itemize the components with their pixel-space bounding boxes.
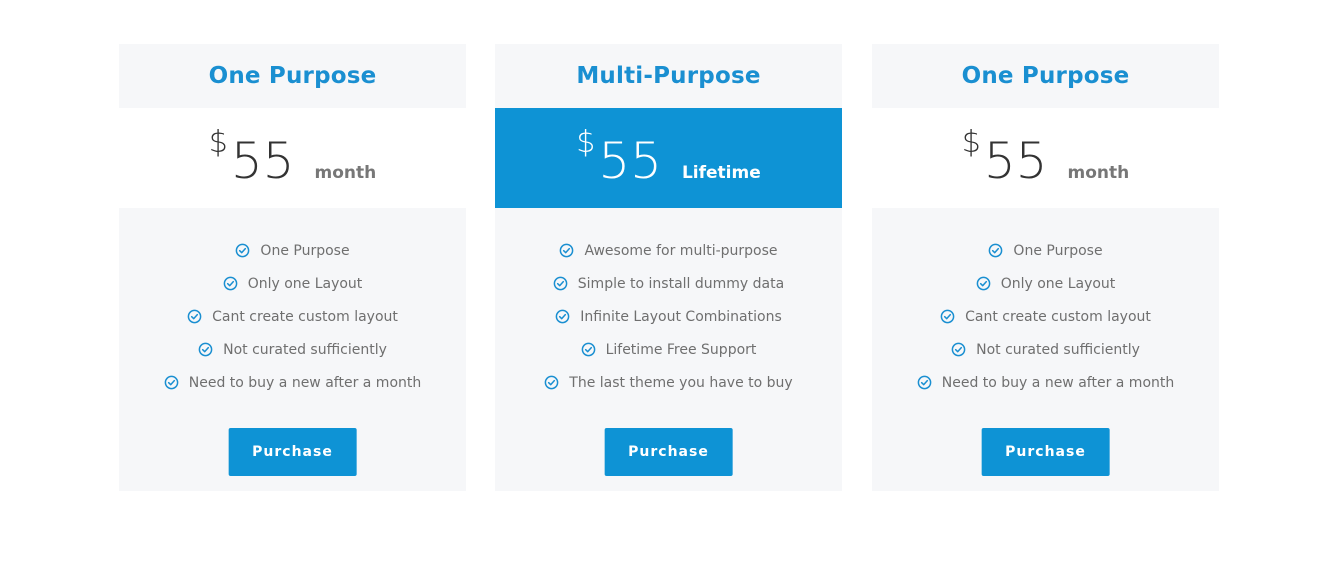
feature-label: One Purpose (1013, 242, 1103, 259)
feature-label: The last theme you have to buy (569, 374, 793, 391)
check-circle-icon (553, 276, 568, 291)
price: $ 55 month (872, 125, 1219, 190)
card-header: Multi-Purpose (495, 44, 842, 108)
feature-item: Awesome for multi-purpose (495, 234, 842, 267)
plan-title: One Purpose (961, 63, 1130, 89)
price-period: month (314, 163, 377, 183)
card-header: One Purpose (872, 44, 1219, 108)
feature-item: Only one Layout (872, 267, 1219, 300)
price-band: $ 55 month (119, 108, 466, 208)
feature-label: Lifetime Free Support (605, 341, 757, 358)
price: $ 55 month (119, 125, 466, 190)
feature-item: Cant create custom layout (119, 300, 466, 333)
price-amount: 55 (230, 132, 295, 190)
check-circle-icon (917, 375, 932, 390)
feature-label: Need to buy a new after a month (941, 374, 1175, 391)
feature-list: One Purpose Only one Layout Cant create … (119, 208, 466, 399)
check-circle-icon (544, 375, 559, 390)
feature-item: Cant create custom layout (872, 300, 1219, 333)
check-circle-icon (187, 309, 202, 324)
price-amount: 55 (983, 132, 1048, 190)
pricing-card-one-purpose-2: One Purpose $ 55 month One Purpose Only … (872, 44, 1219, 491)
currency-symbol: $ (576, 125, 596, 160)
feature-label: One Purpose (260, 242, 350, 259)
feature-label: Only one Layout (247, 275, 363, 292)
check-circle-icon (989, 243, 1003, 258)
feature-item: The last theme you have to buy (495, 366, 842, 399)
card-header: One Purpose (119, 44, 466, 108)
check-circle-icon (940, 309, 955, 324)
feature-item: Need to buy a new after a month (119, 366, 466, 399)
check-circle-icon (560, 243, 574, 258)
feature-item: One Purpose (872, 234, 1219, 267)
purchase-button[interactable]: Purchase (604, 428, 733, 476)
price-band: $ 55 Lifetime (495, 108, 842, 208)
feature-label: Cant create custom layout (965, 308, 1151, 325)
check-circle-icon (951, 342, 966, 357)
purchase-button[interactable]: Purchase (228, 428, 357, 476)
feature-label: Awesome for multi-purpose (584, 242, 778, 259)
feature-item: Simple to install dummy data (495, 267, 842, 300)
feature-label: Simple to install dummy data (577, 275, 785, 292)
feature-label: Cant create custom layout (212, 308, 398, 325)
price-amount: 55 (598, 132, 662, 190)
check-circle-icon (198, 342, 213, 357)
feature-list: One Purpose Only one Layout Cant create … (872, 208, 1219, 399)
currency-symbol: $ (208, 125, 228, 160)
check-circle-icon (223, 276, 238, 291)
feature-item: Lifetime Free Support (495, 333, 842, 366)
feature-list: Awesome for multi-purpose Simple to inst… (495, 208, 842, 399)
check-circle-icon (164, 375, 179, 390)
plan-title: One Purpose (208, 63, 377, 89)
feature-label: Not curated sufficiently (976, 341, 1140, 358)
price-period: Lifetime (681, 163, 761, 183)
feature-label: Only one Layout (1000, 275, 1116, 292)
feature-item: Infinite Layout Combinations (495, 300, 842, 333)
price-period: month (1067, 163, 1130, 183)
check-circle-icon (976, 276, 991, 291)
check-circle-icon (581, 342, 595, 357)
price-band: $ 55 month (872, 108, 1219, 208)
pricing-card-one-purpose: One Purpose $ 55 month One Purpose Only … (119, 44, 466, 491)
plan-title: Multi-Purpose (576, 63, 761, 89)
feature-item: One Purpose (119, 234, 466, 267)
feature-label: Need to buy a new after a month (188, 374, 422, 391)
purchase-button[interactable]: Purchase (981, 428, 1110, 476)
feature-label: Infinite Layout Combinations (580, 308, 782, 325)
feature-item: Only one Layout (119, 267, 466, 300)
feature-label: Not curated sufficiently (223, 341, 387, 358)
currency-symbol: $ (961, 125, 981, 160)
check-circle-icon (236, 243, 250, 258)
check-circle-icon (555, 309, 570, 324)
feature-item: Need to buy a new after a month (872, 366, 1219, 399)
pricing-card-multi-purpose: Multi-Purpose $ 55 Lifetime Awesome for … (495, 44, 842, 491)
price: $ 55 Lifetime (495, 125, 842, 190)
feature-item: Not curated sufficiently (872, 333, 1219, 366)
feature-item: Not curated sufficiently (119, 333, 466, 366)
